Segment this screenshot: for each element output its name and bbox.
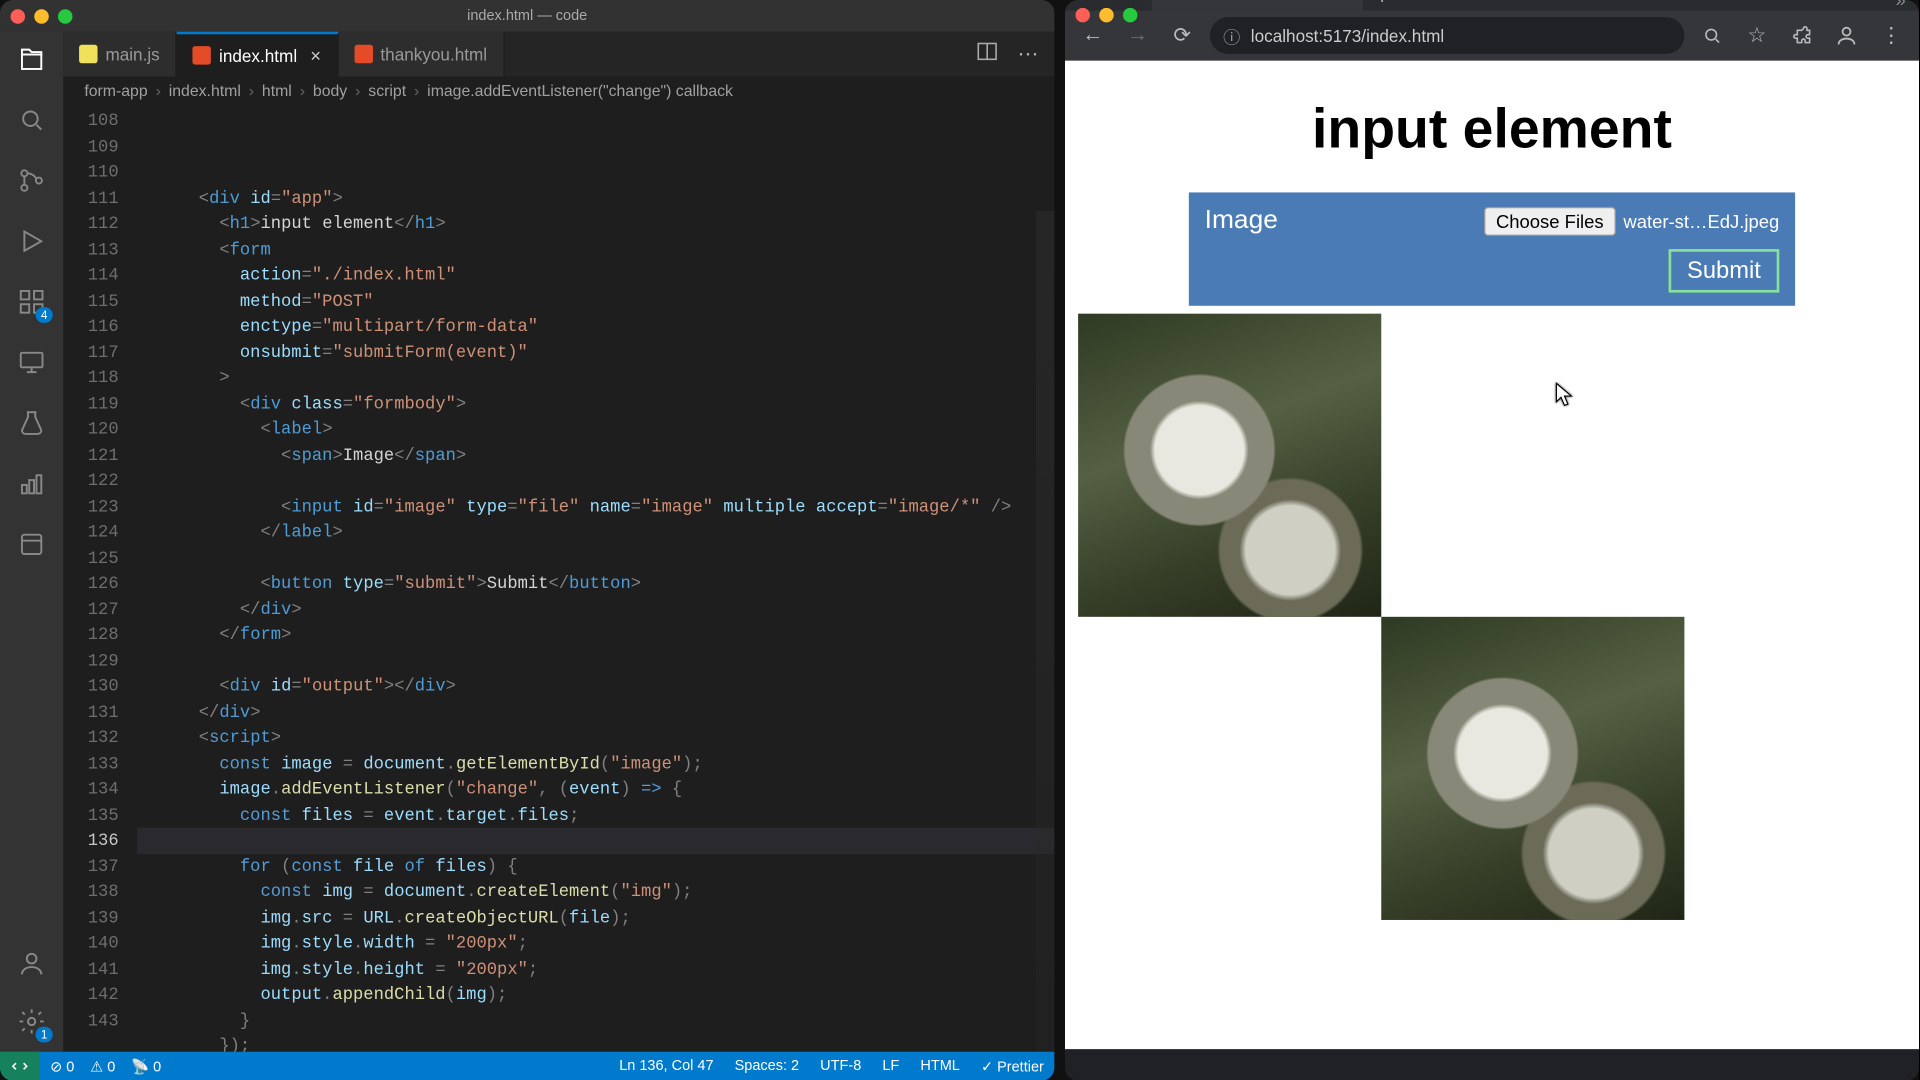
html-file-icon — [193, 46, 211, 64]
image-label: Image — [1205, 206, 1278, 236]
more-actions-icon[interactable]: ⋯ — [1017, 41, 1038, 67]
status-encoding[interactable]: UTF-8 — [820, 1058, 861, 1074]
search-icon[interactable] — [14, 103, 48, 137]
breadcrumb-item[interactable]: index.html — [169, 82, 241, 100]
editor-tabs: main.js index.html × thankyou.html ⋯ — [63, 32, 1054, 77]
vscode-titlebar[interactable]: index.html — code — [0, 0, 1054, 32]
code-content[interactable]: <div id="app"> <h1>input element</h1> <f… — [137, 105, 1054, 1051]
nav-forward-icon[interactable]: → — [1120, 18, 1154, 52]
status-lang[interactable]: HTML — [920, 1058, 959, 1074]
extensions-badge: 4 — [36, 307, 53, 323]
browser-expand-icon[interactable]: » — [1896, 0, 1919, 11]
testing-icon[interactable] — [14, 406, 48, 440]
browser-tab[interactable]: Form App ✕ — [1152, 0, 1363, 11]
breadcrumb-item[interactable]: form-app — [84, 82, 147, 100]
breadcrumb-sep: › — [414, 82, 419, 100]
nav-reload-icon[interactable]: ⟳ — [1165, 18, 1199, 52]
status-eol[interactable]: LF — [882, 1058, 899, 1074]
status-formatter[interactable]: ✓ Prettier — [981, 1058, 1044, 1075]
extensions-puzzle-icon[interactable] — [1785, 18, 1819, 52]
explorer-icon[interactable] — [14, 42, 48, 76]
html-file-icon — [354, 45, 372, 63]
browser-window: Form App ✕ + » ← → ⟳ ⓘ localhost:5173/in… — [1065, 0, 1919, 1080]
editor-tab[interactable]: index.html × — [177, 32, 338, 77]
status-cursor[interactable]: Ln 136, Col 47 — [619, 1058, 713, 1074]
tab-close-icon[interactable]: × — [310, 45, 321, 66]
page-heading: input element — [1078, 98, 1906, 161]
breadcrumb-sep: › — [249, 82, 254, 100]
breadcrumb-sep: › — [156, 82, 161, 100]
breadcrumb-item[interactable]: script — [368, 82, 406, 100]
form-card: Image Choose Files water-st…EdJ.jpeg Sub… — [1189, 192, 1795, 305]
submit-button[interactable]: Submit — [1669, 249, 1780, 292]
account-icon[interactable] — [14, 946, 48, 980]
preview-image — [1078, 617, 1381, 920]
extensions-icon[interactable]: 4 — [14, 285, 48, 319]
browser-toolbar: ← → ⟳ ⓘ localhost:5173/index.html ☆ ⋮ — [1065, 11, 1919, 61]
line-gutter: 1081091101111121131141151161171181191201… — [63, 105, 137, 1051]
sidebar-extra2-icon[interactable] — [14, 527, 48, 561]
remote-indicator[interactable] — [0, 1052, 40, 1080]
status-warnings[interactable]: ⚠ 0 — [90, 1058, 115, 1075]
zoom-icon[interactable] — [1695, 18, 1729, 52]
preview-image — [1078, 314, 1381, 617]
url-text: localhost:5173/index.html — [1251, 26, 1444, 46]
vscode-window: index.html — code 4 — [0, 0, 1054, 1080]
run-debug-icon[interactable] — [14, 224, 48, 258]
breadcrumb-sep: › — [300, 82, 305, 100]
chosen-filename: water-st…EdJ.jpeg — [1623, 210, 1779, 231]
editor-tab[interactable]: main.js — [63, 32, 177, 77]
preview-image — [1381, 314, 1684, 617]
nav-back-icon[interactable]: ← — [1075, 18, 1109, 52]
breadcrumb-item[interactable]: body — [313, 82, 347, 100]
breadcrumbs[interactable]: form-app › index.html › html › body › script › ima… — [63, 76, 1054, 105]
activity-bar: 4 — [0, 32, 63, 1052]
status-errors[interactable]: ⊘ 0 — [50, 1058, 74, 1075]
new-tab-button[interactable]: + — [1363, 0, 1402, 11]
sidebar-extra-icon[interactable] — [14, 467, 48, 501]
site-info-icon[interactable]: ⓘ — [1223, 23, 1240, 48]
remote-explorer-icon[interactable] — [14, 345, 48, 379]
page-viewport[interactable]: input element Image Choose Files water-s… — [1065, 61, 1919, 1049]
breadcrumb-item[interactable]: html — [262, 82, 292, 100]
settings-badge: 1 — [36, 1027, 53, 1043]
window-title: index.html — code — [0, 8, 1054, 24]
tab-label: index.html — [219, 45, 297, 65]
split-editor-icon[interactable] — [975, 39, 999, 69]
choose-files-button[interactable]: Choose Files — [1484, 206, 1615, 235]
browser-close-dot[interactable] — [1075, 8, 1089, 22]
editor-tab[interactable]: thankyou.html — [338, 32, 504, 77]
code-editor[interactable]: 1081091101111121131141151161171181191201… — [63, 105, 1054, 1051]
tab-favicon — [1165, 0, 1183, 2]
status-spaces[interactable]: Spaces: 2 — [735, 1058, 799, 1074]
settings-gear-icon[interactable]: 1 — [14, 1004, 48, 1038]
profile-avatar-icon[interactable] — [1829, 18, 1863, 52]
source-control-icon[interactable] — [14, 163, 48, 197]
address-bar[interactable]: ⓘ localhost:5173/index.html — [1210, 17, 1684, 54]
breadcrumb-sep: › — [355, 82, 360, 100]
status-bar[interactable]: ⊘ 0 ⚠ 0 📡 0 Ln 136, Col 47 Spaces: 2 UTF… — [0, 1052, 1054, 1080]
js-file-icon — [79, 45, 97, 63]
breadcrumb-item[interactable]: image.addEventListener("change") callbac… — [427, 82, 733, 100]
status-ports[interactable]: 📡 0 — [131, 1058, 161, 1075]
tab-label: thankyou.html — [380, 44, 487, 64]
browser-tabstrip: Form App ✕ + » — [1065, 0, 1919, 11]
tab-label: main.js — [105, 44, 159, 64]
browser-min-dot[interactable] — [1099, 8, 1113, 22]
output-images — [1078, 314, 1906, 920]
preview-image — [1381, 617, 1684, 920]
bookmark-star-icon[interactable]: ☆ — [1740, 18, 1774, 52]
browser-menu-icon[interactable]: ⋮ — [1874, 18, 1908, 52]
